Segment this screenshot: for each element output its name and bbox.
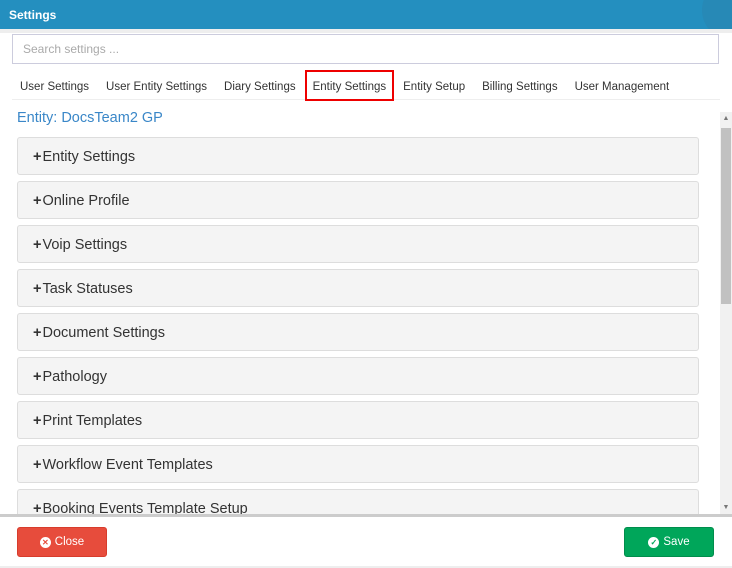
dialog-title: Settings (9, 8, 57, 22)
expand-plus-icon: + (33, 413, 42, 429)
tab-user-settings[interactable]: User Settings (12, 70, 97, 100)
close-button[interactable]: ✕ Close (17, 527, 107, 557)
expand-plus-icon: + (33, 369, 42, 385)
panel-label: Pathology (42, 369, 107, 385)
entity-title: Entity: DocsTeam2 GP (17, 110, 163, 126)
accordion-panel-document-settings[interactable]: +Document Settings (17, 313, 699, 351)
expand-plus-icon: + (33, 325, 42, 341)
panel-label: Print Templates (42, 413, 143, 429)
footer-divider (0, 514, 732, 517)
panel-label: Entity Settings (42, 149, 136, 165)
expand-plus-icon: + (33, 457, 42, 473)
expand-plus-icon: + (33, 193, 42, 209)
expand-plus-icon: + (33, 237, 42, 253)
scroll-up-icon[interactable]: ▲ (720, 115, 732, 122)
expand-plus-icon: + (33, 281, 42, 297)
accordion-panel-pathology[interactable]: +Pathology (17, 357, 699, 395)
accordion-panel-task-statuses[interactable]: +Task Statuses (17, 269, 699, 307)
accordion-panel-workflow-event-templates[interactable]: +Workflow Event Templates (17, 445, 699, 483)
check-circle-icon: ✓ (648, 536, 660, 548)
panel-label: Document Settings (42, 325, 165, 341)
search-input[interactable] (12, 34, 719, 64)
tab-entity-setup[interactable]: Entity Setup (395, 70, 473, 100)
accordion-panel-voip-settings[interactable]: +Voip Settings (17, 225, 699, 263)
tab-diary-settings[interactable]: Diary Settings (216, 70, 304, 100)
expand-plus-icon: + (33, 501, 42, 514)
header-divider (0, 29, 732, 33)
accordion-panel-booking-events-template-setup[interactable]: +Booking Events Template Setup (17, 489, 699, 514)
settings-tabs: User Settings User Entity Settings Diary… (12, 70, 720, 101)
tab-user-entity-settings[interactable]: User Entity Settings (98, 70, 215, 100)
close-label: Close (54, 536, 85, 548)
scrollbar-thumb[interactable] (721, 128, 731, 304)
accordion-panel-print-templates[interactable]: +Print Templates (17, 401, 699, 439)
tab-entity-settings[interactable]: Entity Settings (304, 70, 395, 101)
panel-label: Voip Settings (42, 237, 128, 253)
dialog-header: Settings (0, 0, 732, 29)
panel-label: Task Statuses (42, 281, 133, 297)
close-circle-icon: ✕ (39, 536, 51, 548)
panel-label: Online Profile (42, 193, 130, 209)
scroll-down-icon[interactable]: ▼ (720, 504, 732, 511)
panel-label: Workflow Event Templates (42, 457, 213, 473)
accordion-panel-online-profile[interactable]: +Online Profile (17, 181, 699, 219)
expand-plus-icon: + (33, 149, 42, 165)
settings-panel-list: +Entity Settings +Online Profile +Voip Set… (17, 137, 699, 514)
header-decoration (702, 0, 732, 29)
panel-label: Booking Events Template Setup (42, 501, 248, 514)
tab-billing-settings[interactable]: Billing Settings (474, 70, 565, 100)
save-button[interactable]: ✓ Save (624, 527, 714, 557)
save-label: Save (663, 536, 690, 548)
scrollbar[interactable]: ▲ ▼ (720, 112, 732, 514)
accordion-panel-entity-settings[interactable]: +Entity Settings (17, 137, 699, 175)
tab-user-management[interactable]: User Management (567, 70, 678, 100)
